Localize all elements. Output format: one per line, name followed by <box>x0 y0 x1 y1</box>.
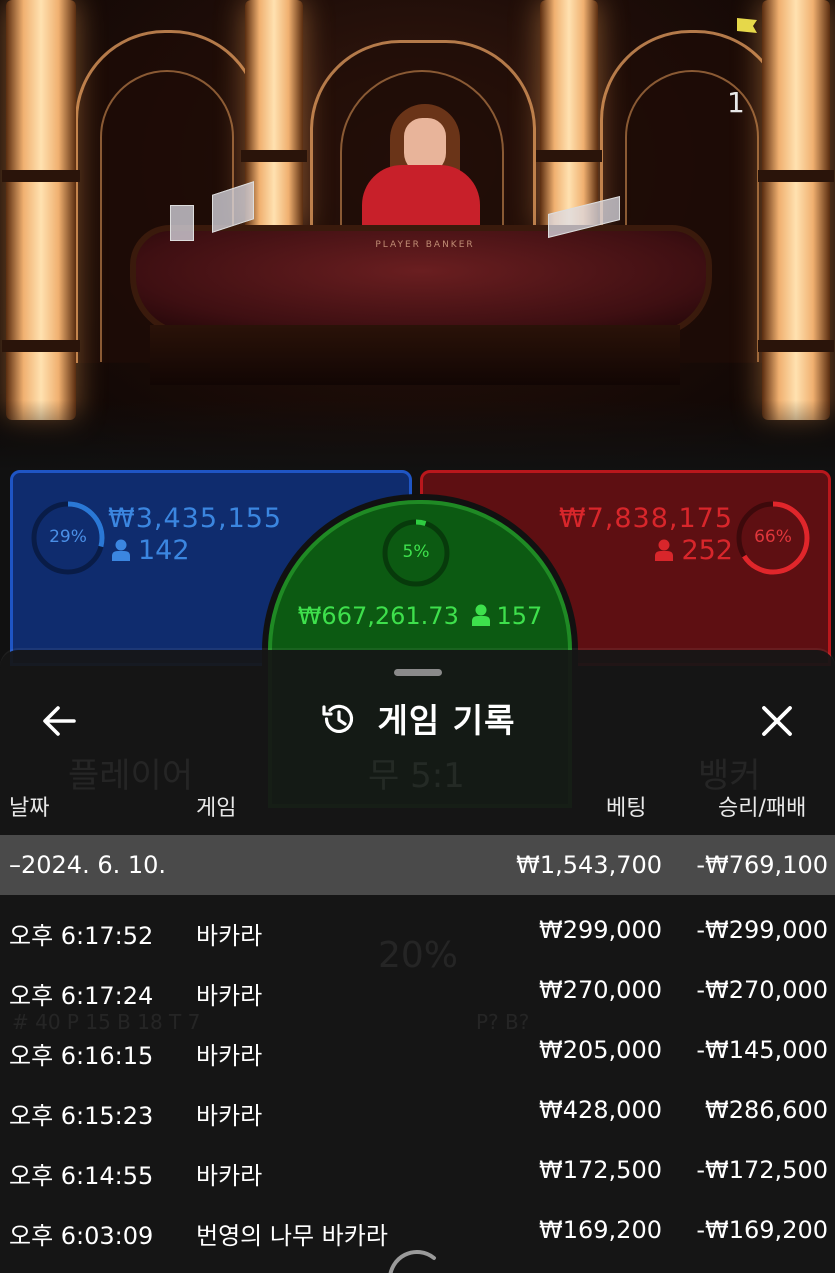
banker-percent: 66% <box>754 527 792 547</box>
player-count: 142 <box>112 535 190 566</box>
bet-summary: 29% ₩3,435,155 142 66% ₩7,838,175 252 5%… <box>0 470 835 808</box>
row-time: 오후 6:03:09 <box>9 1222 154 1250</box>
light-pillar-left <box>2 0 80 420</box>
row-win-loss: -₩172,500 <box>696 1156 828 1184</box>
group-date: –2024. 6. 10. <box>9 851 167 879</box>
sheet-title-text: 게임 기록 <box>377 701 516 740</box>
row-bet: ₩172,500 <box>539 1156 662 1184</box>
table-label: PLAYER BANKER <box>375 240 475 250</box>
banker-count-value: 252 <box>681 535 733 566</box>
row-win-loss: -₩169,200 <box>696 1216 828 1244</box>
row-game: 바카라 <box>196 1042 263 1070</box>
row-bet: ₩270,000 <box>539 976 662 1004</box>
banker-count: 252 <box>655 535 733 566</box>
tie-percent: 5% <box>402 542 430 562</box>
player-amount: ₩3,435,155 <box>108 503 283 534</box>
close-button[interactable] <box>752 696 802 746</box>
row-win-loss: -₩270,000 <box>696 976 828 1004</box>
column-header-date: 날짜 <box>9 796 50 821</box>
person-icon <box>472 604 491 626</box>
row-game: 바카라 <box>196 1102 263 1130</box>
row-bet: ₩205,000 <box>539 1036 662 1064</box>
drag-handle[interactable] <box>394 669 442 676</box>
ghost-tie-label: 무 5:1 <box>368 756 465 796</box>
row-game: 바카라 <box>196 1162 263 1190</box>
column-header-game: 게임 <box>196 796 237 821</box>
group-win-loss-total: -₩769,100 <box>696 851 828 879</box>
row-bet: ₩169,200 <box>539 1216 662 1244</box>
round-number: 1 <box>727 86 745 119</box>
history-row[interactable]: 오후 6:17:24 바카라 ₩270,000 -₩270,000 <box>0 960 835 1020</box>
tie-amount: ₩667,261.73 <box>297 602 459 630</box>
row-time: 오후 6:17:52 <box>9 922 154 950</box>
table-base <box>150 325 680 385</box>
history-row[interactable]: 오후 6:16:15 바카라 ₩205,000 -₩145,000 <box>0 1020 835 1080</box>
history-date-group[interactable]: –2024. 6. 10. ₩1,543,700 -₩769,100 <box>0 835 835 895</box>
player-percent: 29% <box>49 527 87 547</box>
player-count-value: 142 <box>138 535 190 566</box>
light-pillar-right <box>758 0 834 420</box>
row-time: 오후 6:15:23 <box>9 1102 154 1130</box>
column-header-win-loss: 승리/패배 <box>718 796 807 821</box>
person-icon <box>655 539 674 561</box>
column-header-bet: 베팅 <box>606 796 647 821</box>
row-win-loss: ₩286,600 <box>705 1096 828 1124</box>
row-win-loss: -₩145,000 <box>696 1036 828 1064</box>
stage-fade <box>0 400 835 470</box>
light-pillar-inner-right <box>536 0 602 230</box>
ghost-player-label: 플레이어 <box>68 756 194 796</box>
discard-box <box>170 205 194 241</box>
history-row[interactable]: 오후 6:15:23 바카라 ₩428,000 ₩286,600 <box>0 1080 835 1140</box>
row-game: 번영의 나무 바카라 <box>196 1222 388 1250</box>
sheet-title: 게임 기록 <box>0 694 835 742</box>
history-row[interactable]: 오후 6:17:52 바카라 ₩299,000 -₩299,000 <box>0 900 835 960</box>
game-history-sheet: 플레이어 무 5:1 뱅커 20% # 40 P 15 B 18 T 7 P? … <box>0 650 835 1273</box>
history-clock-icon <box>321 704 353 733</box>
live-dealer-video: PLAYER BANKER 1 <box>0 0 835 470</box>
flag-icon <box>737 18 757 33</box>
row-time: 오후 6:14:55 <box>9 1162 154 1190</box>
tie-count: 157 <box>496 602 543 630</box>
row-game: 바카라 <box>196 982 263 1010</box>
row-bet: ₩299,000 <box>539 916 662 944</box>
tie-amount-row: ₩667,261.73 157 <box>272 602 568 630</box>
group-bet-total: ₩1,543,700 <box>516 851 662 879</box>
loading-spinner-icon <box>388 1250 436 1273</box>
row-time: 오후 6:16:15 <box>9 1042 154 1070</box>
row-time: 오후 6:17:24 <box>9 982 154 1010</box>
history-row[interactable]: 오후 6:14:55 바카라 ₩172,500 -₩172,500 <box>0 1140 835 1200</box>
row-win-loss: -₩299,000 <box>696 916 828 944</box>
person-icon <box>112 539 130 561</box>
row-game: 바카라 <box>196 922 263 950</box>
banker-amount: ₩7,838,175 <box>558 503 733 534</box>
row-bet: ₩428,000 <box>539 1096 662 1124</box>
close-icon <box>762 706 792 736</box>
